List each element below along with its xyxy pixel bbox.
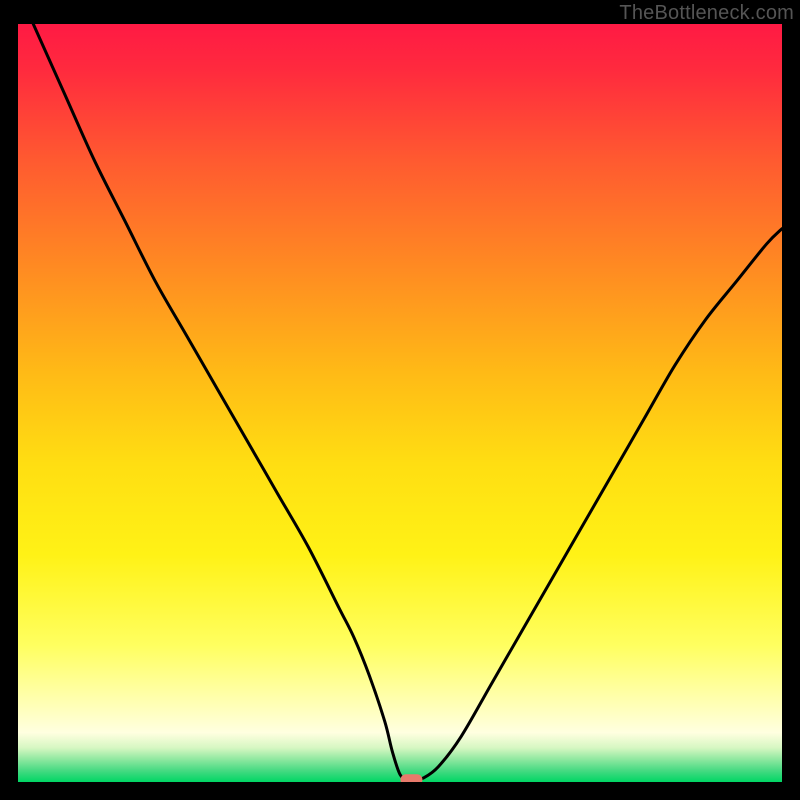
chart-frame: TheBottleneck.com	[0, 0, 800, 800]
watermark-text: TheBottleneck.com	[619, 2, 794, 25]
plot-area	[18, 24, 782, 782]
minimum-marker	[400, 774, 422, 782]
chart-svg	[18, 24, 782, 782]
gradient-background	[18, 24, 782, 782]
